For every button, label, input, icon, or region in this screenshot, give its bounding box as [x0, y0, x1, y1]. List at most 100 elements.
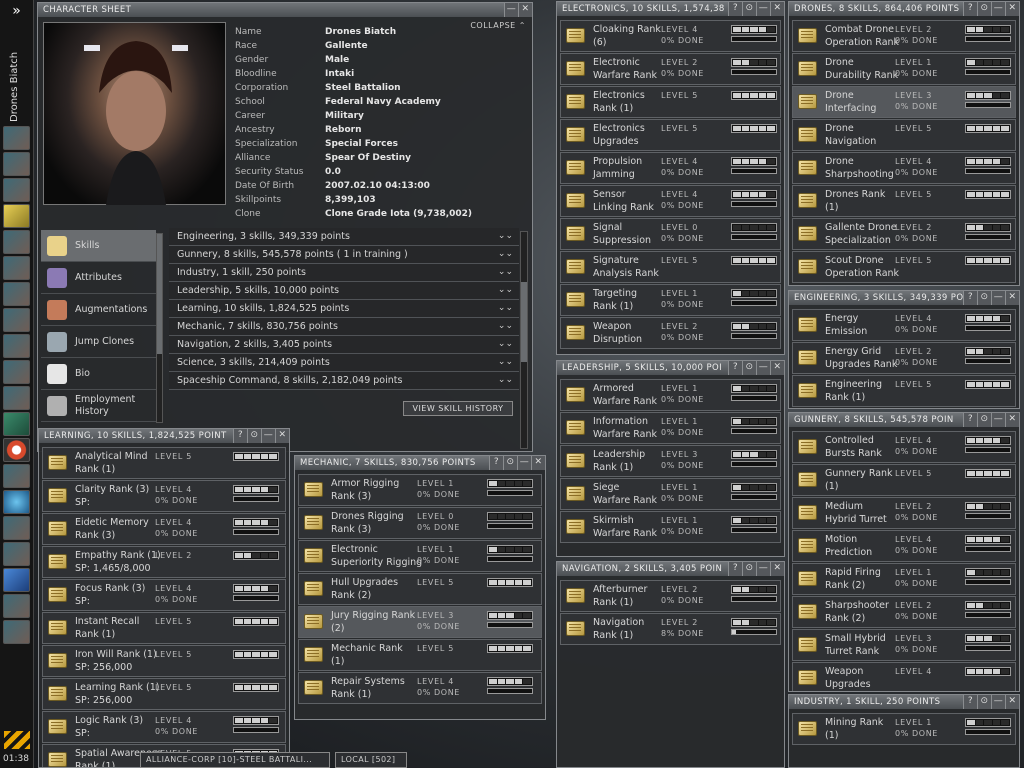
- mail-icon[interactable]: [3, 178, 30, 202]
- reprocessing-icon[interactable]: [3, 464, 30, 488]
- skill-row[interactable]: Electronics Upgrades LEVEL 5: [560, 119, 781, 151]
- help-button[interactable]: ?: [963, 2, 977, 16]
- skill-row[interactable]: Repair Systems Rank (1) LEVEL 4 0% DONE: [298, 672, 542, 704]
- nav-item-attributes[interactable]: Attributes: [41, 262, 156, 294]
- skill-group-row[interactable]: Spaceship Command, 8 skills, 2,182,049 p…: [169, 372, 519, 390]
- collapse-arrows-icon[interactable]: [4, 731, 30, 749]
- skill-row[interactable]: Energy Grid Upgrades Rank LEVEL 2 0% DONE: [792, 342, 1016, 374]
- nav-scrollbar[interactable]: [156, 233, 163, 423]
- skill-row[interactable]: Weapon Upgrades LEVEL 4: [792, 662, 1016, 691]
- corporation-icon[interactable]: [3, 334, 30, 358]
- skill-row[interactable]: Armor Rigging Rank (3) LEVEL 1 0% DONE: [298, 474, 542, 506]
- skill-row[interactable]: Iron Will Rank (1) SP: 256,000 LEVEL 5: [42, 645, 286, 677]
- skill-row[interactable]: Instant Recall Rank (1) LEVEL 5: [42, 612, 286, 644]
- nav-item-skills[interactable]: Skills: [41, 230, 156, 262]
- window-header[interactable]: CHARACTER SHEET — ✕: [38, 3, 532, 17]
- chevron-down-icon[interactable]: ⌄⌄: [498, 372, 513, 389]
- help-button[interactable]: ?: [728, 2, 742, 16]
- help-button[interactable]: ?: [233, 429, 247, 443]
- pin-button[interactable]: ⊙: [742, 2, 756, 16]
- window-header[interactable]: DRONES, 8 SKILLS, 864,406 POINTS? ⊙ — ✕: [789, 2, 1019, 16]
- minimize-button[interactable]: —: [756, 2, 770, 16]
- pin-button[interactable]: ⊙: [977, 413, 991, 427]
- wallet-icon[interactable]: [3, 412, 30, 436]
- skill-row[interactable]: Controlled Bursts Rank LEVEL 4 0% DONE: [792, 431, 1016, 463]
- pin-button[interactable]: ⊙: [247, 429, 261, 443]
- help-icon[interactable]: [3, 568, 30, 592]
- skill-group-row[interactable]: Mechanic, 7 skills, 830,756 points ⌄⌄: [169, 318, 519, 336]
- chevron-down-icon[interactable]: ⌄⌄: [498, 318, 513, 335]
- ship-icon[interactable]: [3, 620, 30, 644]
- minimize-button[interactable]: —: [991, 413, 1005, 427]
- close-button[interactable]: ✕: [1005, 2, 1019, 16]
- skill-row[interactable]: Learning Rank (1) SP: 256,000 LEVEL 5: [42, 678, 286, 710]
- help-button[interactable]: ?: [963, 413, 977, 427]
- map-icon[interactable]: [3, 256, 30, 280]
- window-header[interactable]: GUNNERY, 8 SKILLS, 545,578 POIN? ⊙ — ✕: [789, 413, 1019, 427]
- skills-icon[interactable]: [3, 126, 30, 150]
- skill-row[interactable]: Gallente Drone Specialization LEVEL 2 0% D…: [792, 218, 1016, 250]
- chat-tab-alliance[interactable]: ALLIANCE-CORP [10]-STEEL BATTALI...: [140, 752, 330, 768]
- skill-row[interactable]: Afterburner Rank (1) LEVEL 2 0% DONE: [560, 580, 781, 612]
- close-button[interactable]: ✕: [1005, 291, 1019, 305]
- minimize-button[interactable]: —: [504, 3, 518, 17]
- close-button[interactable]: ✕: [770, 2, 784, 16]
- journal-icon[interactable]: [3, 282, 30, 306]
- logbook-icon[interactable]: [3, 516, 30, 540]
- skill-group-row[interactable]: Leadership, 5 skills, 10,000 points ⌄⌄: [169, 282, 519, 300]
- skill-row[interactable]: Jury Rigging Rank (2) LEVEL 3 0% DONE: [298, 606, 542, 638]
- skill-row[interactable]: Mechanic Rank (1) LEVEL 5: [298, 639, 542, 671]
- skill-row[interactable]: Scout Drone Operation Rank LEVEL 5: [792, 251, 1016, 283]
- minimize-button[interactable]: —: [756, 562, 770, 576]
- nav-item-augmentations[interactable]: Augmentations: [41, 294, 156, 326]
- close-button[interactable]: ✕: [770, 562, 784, 576]
- pin-button[interactable]: ⊙: [977, 2, 991, 16]
- chat-tab-local[interactable]: LOCAL [502]: [335, 752, 407, 768]
- skill-row[interactable]: Electronics Rank (1) LEVEL 5: [560, 86, 781, 118]
- skill-row[interactable]: Drones Rigging Rank (3) LEVEL 0 0% DONE: [298, 507, 542, 539]
- minimize-button[interactable]: —: [756, 361, 770, 375]
- skill-row[interactable]: Drone Interfacing LEVEL 3 0% DONE: [792, 86, 1016, 118]
- science-icon[interactable]: [3, 386, 30, 410]
- browser-icon[interactable]: [3, 490, 30, 514]
- skill-row[interactable]: Cloaking Rank (6) LEVEL 4 0% DONE: [560, 20, 781, 52]
- pin-button[interactable]: ⊙: [977, 695, 991, 709]
- skill-row[interactable]: Sensor Linking Rank LEVEL 4 0% DONE: [560, 185, 781, 217]
- close-button[interactable]: ✕: [1005, 695, 1019, 709]
- skill-row[interactable]: Drones Rank (1) LEVEL 5: [792, 185, 1016, 217]
- notepad-icon[interactable]: [3, 204, 30, 228]
- skill-row[interactable]: Engineering Rank (1) LEVEL 5: [792, 375, 1016, 407]
- pin-button[interactable]: ⊙: [742, 562, 756, 576]
- fitting-icon[interactable]: [3, 360, 30, 384]
- minimize-button[interactable]: —: [517, 456, 531, 470]
- help-button[interactable]: ?: [728, 562, 742, 576]
- skill-row[interactable]: Clarity Rank (3) SP: LEVEL 4 0% DONE: [42, 480, 286, 512]
- chevron-down-icon[interactable]: ⌄⌄: [498, 264, 513, 281]
- portrait-icon[interactable]: [3, 594, 30, 618]
- skill-row[interactable]: Logic Rank (3) SP: LEVEL 4 0% DONE: [42, 711, 286, 743]
- minimize-button[interactable]: —: [991, 2, 1005, 16]
- pin-button[interactable]: ⊙: [977, 291, 991, 305]
- help-button[interactable]: ?: [963, 291, 977, 305]
- minimize-button[interactable]: —: [991, 291, 1005, 305]
- window-header[interactable]: MECHANIC, 7 SKILLS, 830,756 POINTS? ⊙ — ✕: [295, 456, 545, 470]
- skill-row[interactable]: Motion Prediction LEVEL 4 0% DONE: [792, 530, 1016, 562]
- window-header[interactable]: INDUSTRY, 1 SKILL, 250 POINTS? ⊙ — ✕: [789, 695, 1019, 709]
- skill-row[interactable]: Focus Rank (3) SP: LEVEL 4 0% DONE: [42, 579, 286, 611]
- help-button[interactable]: ?: [489, 456, 503, 470]
- skill-row[interactable]: Electronic Warfare Rank LEVEL 2 0% DONE: [560, 53, 781, 85]
- skill-row[interactable]: Leadership Rank (1) LEVEL 3 0% DONE: [560, 445, 781, 477]
- chevron-down-icon[interactable]: ⌄⌄: [498, 246, 513, 263]
- nav-item-employment[interactable]: Employment History: [41, 390, 156, 422]
- help-button[interactable]: ?: [963, 695, 977, 709]
- skill-row[interactable]: Medium Hybrid Turret LEVEL 2 0% DONE: [792, 497, 1016, 529]
- chevron-down-icon[interactable]: ⌄⌄: [498, 228, 513, 245]
- skill-row[interactable]: Empathy Rank (1) SP: 1,465/8,000 LEVEL 2: [42, 546, 286, 578]
- skill-group-row[interactable]: Industry, 1 skill, 250 points ⌄⌄: [169, 264, 519, 282]
- skill-row[interactable]: Skirmish Warfare Rank LEVEL 1 0% DONE: [560, 511, 781, 543]
- view-skill-history-button[interactable]: VIEW SKILL HISTORY: [403, 401, 513, 416]
- window-header[interactable]: LEADERSHIP, 5 SKILLS, 10,000 POI? ⊙ — ✕: [557, 361, 784, 375]
- window-header[interactable]: LEARNING, 10 SKILLS, 1,824,525 POINT? ⊙ — ✕: [39, 429, 289, 443]
- skill-row[interactable]: Electronic Superiority Rigging LEVEL 1 0% …: [298, 540, 542, 572]
- skill-row[interactable]: Analytical Mind Rank (1) LEVEL 5: [42, 447, 286, 479]
